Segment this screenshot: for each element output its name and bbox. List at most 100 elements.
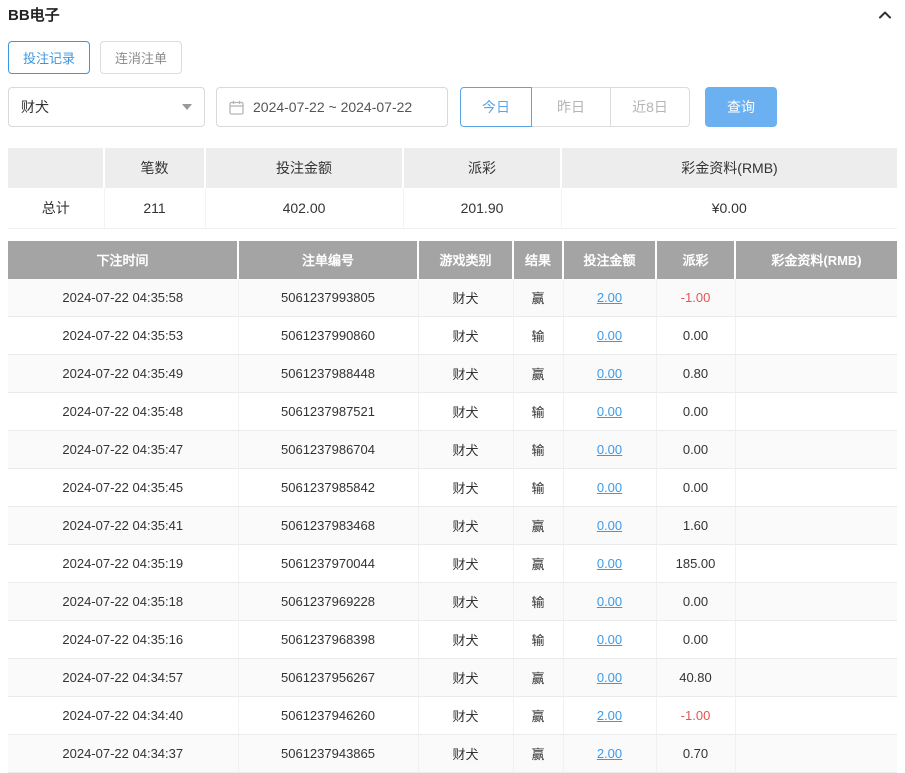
bonus-cell (735, 659, 897, 697)
bet-time-cell: 2024-07-22 04:35:53 (8, 317, 238, 355)
result-cell: 输 (513, 393, 563, 431)
bet-amount-link[interactable]: 0.00 (563, 583, 656, 621)
order-number-cell: 5061237968398 (238, 621, 418, 659)
chevron-down-icon (182, 104, 192, 110)
bet-amount-link[interactable]: 0.00 (563, 469, 656, 507)
bet-amount-link[interactable]: 2.00 (563, 697, 656, 735)
payout-cell: 0.80 (656, 355, 735, 393)
table-row: 2024-07-22 04:35:53 5061237990860 财犬 输 0… (8, 317, 897, 355)
result-cell: 输 (513, 469, 563, 507)
quick-last8days-button[interactable]: 近8日 (610, 87, 690, 127)
summary-header-bonus: 彩金资料(RMB) (561, 148, 897, 188)
bonus-cell (735, 317, 897, 355)
result-cell: 输 (513, 431, 563, 469)
payout-cell: 0.00 (656, 621, 735, 659)
bonus-cell (735, 583, 897, 621)
date-range-input[interactable]: 2024-07-22 ~ 2024-07-22 (216, 87, 448, 127)
column-header-payout: 派彩 (656, 241, 735, 279)
game-type-cell: 财犬 (418, 583, 513, 621)
result-cell: 赢 (513, 507, 563, 545)
bet-time-cell: 2024-07-22 04:35:45 (8, 469, 238, 507)
game-type-cell: 财犬 (418, 545, 513, 583)
tab-cancelled-orders[interactable]: 连消注单 (100, 41, 182, 74)
summary-header-blank (8, 148, 104, 188)
bet-time-cell: 2024-07-22 04:34:57 (8, 659, 238, 697)
result-cell: 输 (513, 317, 563, 355)
quick-date-buttons: 今日 昨日 近8日 (460, 87, 690, 127)
bet-time-cell: 2024-07-22 04:35:49 (8, 355, 238, 393)
bet-time-cell: 2024-07-22 04:35:47 (8, 431, 238, 469)
bet-time-cell: 2024-07-22 04:35:48 (8, 393, 238, 431)
bet-amount-link[interactable]: 0.00 (563, 621, 656, 659)
panel-header: BB电子 (8, 0, 897, 24)
page-title: BB电子 (8, 4, 60, 25)
table-row: 2024-07-22 04:34:37 5061237943865 财犬 赢 2… (8, 735, 897, 773)
summary-total-bonus: ¥0.00 (561, 188, 897, 228)
summary-total-count: 211 (104, 188, 205, 228)
column-header-order-number: 注单编号 (238, 241, 418, 279)
quick-yesterday-button[interactable]: 昨日 (531, 87, 611, 127)
summary-table: 笔数 投注金额 派彩 彩金资料(RMB) 总计 211 402.00 201.9… (8, 148, 897, 229)
tabs: 投注记录 连消注单 (8, 41, 897, 74)
bet-time-cell: 2024-07-22 04:35:18 (8, 583, 238, 621)
game-type-cell: 财犬 (418, 279, 513, 317)
game-type-cell: 财犬 (418, 735, 513, 773)
payout-cell: -1.00 (656, 697, 735, 735)
filter-bar: 财犬 2024-07-22 ~ 2024-07-22 今日 昨日 近8日 查询 (8, 87, 897, 127)
quick-today-button[interactable]: 今日 (460, 87, 532, 127)
order-number-cell: 5061237986704 (238, 431, 418, 469)
result-cell: 赢 (513, 659, 563, 697)
bet-records-table: 下注时间 注单编号 游戏类别 结果 投注金额 派彩 彩金资料(RMB) 2024… (8, 241, 897, 773)
bonus-cell (735, 545, 897, 583)
table-row: 2024-07-22 04:35:19 5061237970044 财犬 赢 0… (8, 545, 897, 583)
page: BB电子 投注记录 连消注单 财犬 2024-07-22 ~ 2024-07-2… (0, 0, 905, 773)
result-cell: 赢 (513, 735, 563, 773)
game-type-cell: 财犬 (418, 507, 513, 545)
game-type-cell: 财犬 (418, 697, 513, 735)
payout-cell: 0.00 (656, 393, 735, 431)
bet-table-header-row: 下注时间 注单编号 游戏类别 结果 投注金额 派彩 彩金资料(RMB) (8, 241, 897, 279)
search-button[interactable]: 查询 (705, 87, 777, 127)
bet-amount-link[interactable]: 0.00 (563, 545, 656, 583)
summary-header-payout: 派彩 (403, 148, 561, 188)
bet-time-cell: 2024-07-22 04:35:16 (8, 621, 238, 659)
calendar-icon (229, 100, 244, 115)
table-row: 2024-07-22 04:35:58 5061237993805 财犬 赢 2… (8, 279, 897, 317)
payout-cell: 40.80 (656, 659, 735, 697)
collapse-chevron-up-icon[interactable] (873, 7, 897, 23)
bet-time-cell: 2024-07-22 04:35:41 (8, 507, 238, 545)
order-number-cell: 5061237990860 (238, 317, 418, 355)
bonus-cell (735, 697, 897, 735)
bonus-cell (735, 431, 897, 469)
bet-amount-link[interactable]: 0.00 (563, 507, 656, 545)
order-number-cell: 5061237969228 (238, 583, 418, 621)
table-row: 2024-07-22 04:35:47 5061237986704 财犬 输 0… (8, 431, 897, 469)
table-row: 2024-07-22 04:35:48 5061237987521 财犬 输 0… (8, 393, 897, 431)
order-number-cell: 5061237987521 (238, 393, 418, 431)
game-select[interactable]: 财犬 (8, 87, 205, 127)
tab-bet-records[interactable]: 投注记录 (8, 41, 90, 74)
payout-cell: 0.70 (656, 735, 735, 773)
bet-amount-link[interactable]: 0.00 (563, 659, 656, 697)
bonus-cell (735, 469, 897, 507)
column-header-result: 结果 (513, 241, 563, 279)
bonus-cell (735, 507, 897, 545)
payout-cell: 0.00 (656, 431, 735, 469)
order-number-cell: 5061237983468 (238, 507, 418, 545)
bonus-cell (735, 735, 897, 773)
payout-cell: 1.60 (656, 507, 735, 545)
table-row: 2024-07-22 04:34:57 5061237956267 财犬 赢 0… (8, 659, 897, 697)
order-number-cell: 5061237993805 (238, 279, 418, 317)
bet-amount-link[interactable]: 0.00 (563, 317, 656, 355)
bet-amount-link[interactable]: 0.00 (563, 393, 656, 431)
bet-amount-link[interactable]: 2.00 (563, 279, 656, 317)
bet-amount-link[interactable]: 0.00 (563, 355, 656, 393)
game-select-value: 财犬 (21, 97, 49, 117)
bet-amount-link[interactable]: 2.00 (563, 735, 656, 773)
date-range-value: 2024-07-22 ~ 2024-07-22 (253, 99, 412, 115)
game-type-cell: 财犬 (418, 393, 513, 431)
column-header-bet-amount: 投注金额 (563, 241, 656, 279)
bet-amount-link[interactable]: 0.00 (563, 431, 656, 469)
table-row: 2024-07-22 04:35:41 5061237983468 财犬 赢 0… (8, 507, 897, 545)
result-cell: 输 (513, 621, 563, 659)
